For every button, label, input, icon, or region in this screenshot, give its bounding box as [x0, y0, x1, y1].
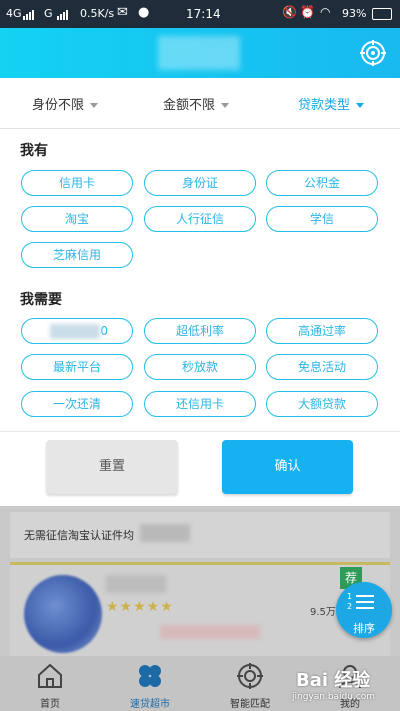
action-bar: 重置 确认 [0, 431, 400, 507]
tag-need-1-label: 0 [100, 324, 108, 338]
wechat-icon: ✉ [117, 5, 128, 20]
blurred-label [50, 324, 100, 339]
message-icon: ● [138, 5, 150, 20]
signal-icon-2 [57, 7, 69, 20]
nav-smart-match-label: 智能匹配 [230, 699, 270, 710]
tag-lump-repay[interactable]: 一次还清 [21, 391, 133, 417]
filter-identity[interactable]: 身份不限 [32, 94, 99, 113]
tag-xuexin[interactable]: 学信 [266, 206, 378, 232]
target-icon[interactable] [360, 40, 386, 66]
tag-taobao[interactable]: 淘宝 [21, 206, 133, 232]
tag-high-approval[interactable]: 高通过率 [266, 318, 378, 344]
caret-down-icon [221, 103, 230, 108]
loan-card: ★★★★★ 9.5万 荐 [10, 562, 390, 659]
filter-amount[interactable]: 金额不限 [163, 94, 230, 113]
tag-credit-report[interactable]: 人行征信 [144, 206, 256, 232]
sort-num-2: 2 [347, 602, 353, 611]
network-right: G [44, 7, 53, 20]
sort-list-icon [356, 595, 374, 613]
wifi-icon: ◠ [320, 5, 331, 19]
sort-num-1: 1 [347, 592, 353, 601]
rating-stars: ★★★★★ [106, 599, 174, 615]
watermark-text: Bai 经验 [296, 670, 371, 691]
nav-loan-market-label: 速贷超市 [130, 699, 170, 710]
tag-interest-free[interactable]: 免息活动 [266, 354, 378, 380]
network-left: 4G [6, 7, 22, 20]
have-section-title: 我有 [20, 143, 48, 159]
confirm-button[interactable]: 确认 [222, 440, 353, 494]
nav-smart-match[interactable]: 智能匹配 [210, 656, 290, 711]
blurred-description [160, 625, 260, 639]
network-speed: 0.5K/s [80, 7, 115, 20]
tag-sesame-credit[interactable]: 芝麻信用 [21, 242, 133, 268]
sort-fab[interactable]: 1 2 排序 [336, 582, 392, 638]
battery-percent: 93% [342, 7, 367, 20]
sort-label: 排序 [353, 622, 375, 635]
tag-instant-loan[interactable]: 秒放款 [144, 354, 256, 380]
alarm-icon: ⏰ [300, 5, 315, 19]
app-header [0, 28, 400, 78]
watermark-url: jingyan.baidu.com [292, 692, 376, 702]
signal-icon [23, 7, 35, 20]
tag-large-loan[interactable]: 大额贷款 [266, 391, 378, 417]
target-icon [237, 663, 263, 689]
nav-home[interactable]: 首页 [10, 656, 90, 711]
caret-down-icon [356, 103, 365, 108]
tag-low-interest[interactable]: 超低利率 [144, 318, 256, 344]
home-icon [38, 663, 62, 688]
tag-housing-fund[interactable]: 公积金 [266, 170, 378, 196]
nav-loan-market[interactable]: 速贷超市 [110, 656, 190, 711]
tag-need-1[interactable]: 0 [21, 318, 133, 344]
status-bar: 4G G 0.5K/s ✉ ● 17:14 🔇 ⏰ ◠ 93% [0, 0, 400, 28]
nav-home-label: 首页 [40, 699, 60, 710]
filter-amount-label: 金额不限 [163, 98, 216, 113]
tag-repay-credit-card[interactable]: 还信用卡 [144, 391, 256, 417]
baidu-watermark: Bai 经验 jingyan.baidu.com [286, 656, 396, 706]
mute-icon: 🔇 [282, 5, 297, 19]
battery-icon [372, 8, 392, 20]
tag-newest-platform[interactable]: 最新平台 [21, 354, 133, 380]
clover-icon [139, 665, 161, 687]
clock: 17:14 [186, 7, 221, 21]
blurred-text [140, 524, 190, 542]
filter-bar: 身份不限 金额不限 贷款类型 [0, 78, 400, 129]
tag-id-card[interactable]: 身份证 [144, 170, 256, 196]
filter-loan-type-label: 贷款类型 [298, 98, 351, 113]
filter-loan-type[interactable]: 贷款类型 [298, 94, 365, 113]
sort-order-numbers: 1 2 [347, 592, 352, 612]
tag-credit-card[interactable]: 信用卡 [21, 170, 133, 196]
need-section-title: 我需要 [20, 292, 62, 308]
reset-button[interactable]: 重置 [46, 440, 178, 494]
caret-down-icon [90, 103, 99, 108]
product-logo [24, 575, 102, 653]
filter-identity-label: 身份不限 [32, 98, 85, 113]
page-title-blurred [158, 36, 240, 70]
notice-text: 无需征信淘宝认证件均 [24, 529, 134, 542]
blurred-product-name [106, 575, 166, 593]
loan-amount: 9.5万 [310, 607, 336, 618]
notice-bar: 无需征信淘宝认证件均 [10, 512, 390, 558]
